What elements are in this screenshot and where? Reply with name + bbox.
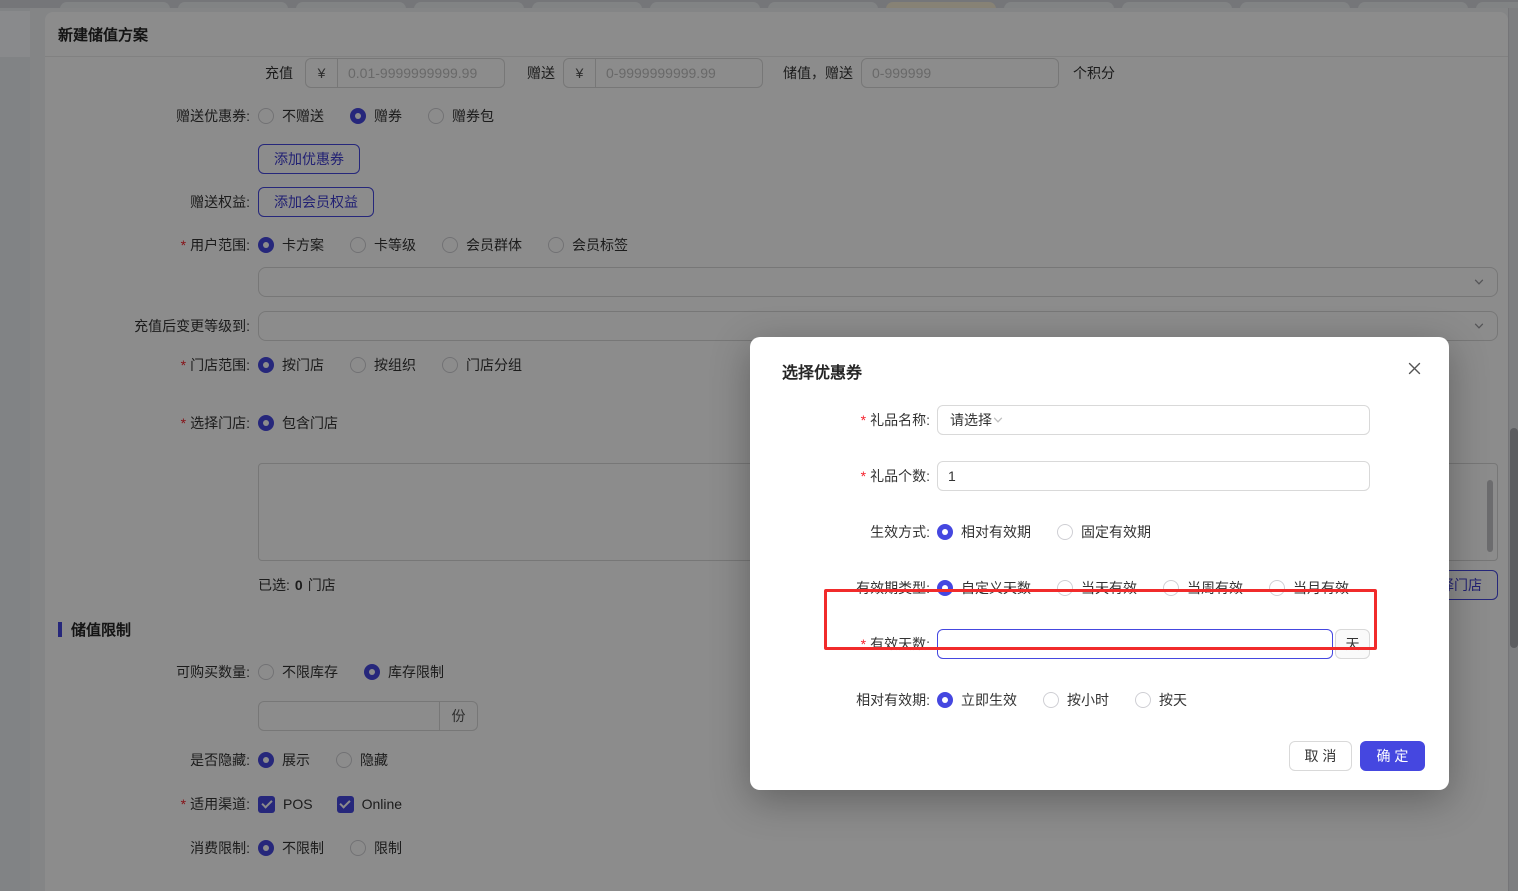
radio-option[interactable]: 按小时 [1043,690,1109,710]
relative-validity-row: 相对有效期: 立即生效 按小时 按天 [750,685,1449,715]
effect-mode-row: 生效方式: 相对有效期 固定有效期 [750,517,1449,547]
gift-count-label: 礼品个数: [750,466,930,486]
radio-icon [1057,580,1073,596]
valid-days-row: 有效天数: 天 [750,629,1449,659]
gift-name-label: 礼品名称: [750,410,930,430]
radio-option[interactable]: 相对有效期 [937,522,1031,542]
radio-option-label: 相对有效期 [961,524,1031,540]
radio-icon [1043,692,1059,708]
modal-footer: 取 消 确 定 [750,741,1449,771]
valid-days-input[interactable] [937,629,1333,659]
radio-option-label: 当月有效 [1293,580,1349,596]
radio-option[interactable]: 立即生效 [937,690,1017,710]
radio-option-label: 按天 [1159,692,1187,708]
radio-icon [1135,692,1151,708]
radio-option-label: 当天有效 [1081,580,1137,596]
validity-type-row: 有效期类型: 自定义天数 当天有效 当周有效 当月有效 [750,573,1449,603]
radio-option-label: 当周有效 [1187,580,1243,596]
radio-icon [937,580,953,596]
effect-mode-label: 生效方式: [870,524,930,540]
close-icon [1408,362,1420,374]
chevron-down-icon [993,417,1003,423]
close-button[interactable] [1405,359,1423,377]
radio-option[interactable]: 当天有效 [1057,578,1137,598]
radio-option[interactable]: 当月有效 [1269,578,1349,598]
radio-option-label: 按小时 [1067,692,1109,708]
select-coupon-modal: 选择优惠券 礼品名称: 请选择 礼品个数: 生效方式: 相对有效期 [750,337,1449,790]
radio-icon [937,524,953,540]
days-suffix-label: 天 [1335,629,1370,659]
validity-type-label: 有效期类型: [856,580,930,596]
confirm-button[interactable]: 确 定 [1360,741,1425,771]
gift-name-select[interactable]: 请选择 [937,405,1370,435]
modal-header: 选择优惠券 [750,337,1449,385]
radio-option[interactable]: 当周有效 [1163,578,1243,598]
relative-validity-label: 相对有效期: [856,692,930,708]
radio-option[interactable]: 固定有效期 [1057,522,1151,542]
valid-days-label: 有效天数: [750,634,930,654]
gift-count-input[interactable] [937,461,1370,491]
relative-validity-options: 立即生效 按小时 按天 [937,690,1370,710]
validity-type-options: 自定义天数 当天有效 当周有效 当月有效 [937,578,1370,598]
gift-count-row: 礼品个数: [750,461,1449,491]
radio-icon [937,692,953,708]
radio-option[interactable]: 自定义天数 [937,578,1031,598]
radio-icon [1057,524,1073,540]
cancel-button[interactable]: 取 消 [1289,741,1352,771]
radio-icon [1269,580,1285,596]
radio-option-label: 立即生效 [961,692,1017,708]
radio-icon [1163,580,1179,596]
radio-option-label: 固定有效期 [1081,524,1151,540]
modal-body: 礼品名称: 请选择 礼品个数: 生效方式: 相对有效期 固定有效期 有效期类型: … [750,385,1449,715]
gift-name-row: 礼品名称: 请选择 [750,405,1449,435]
effect-mode-options: 相对有效期 固定有效期 [937,522,1370,542]
radio-option-label: 自定义天数 [961,580,1031,596]
gift-name-placeholder: 请选择 [950,412,992,428]
radio-option[interactable]: 按天 [1135,690,1187,710]
modal-title: 选择优惠券 [782,365,863,382]
